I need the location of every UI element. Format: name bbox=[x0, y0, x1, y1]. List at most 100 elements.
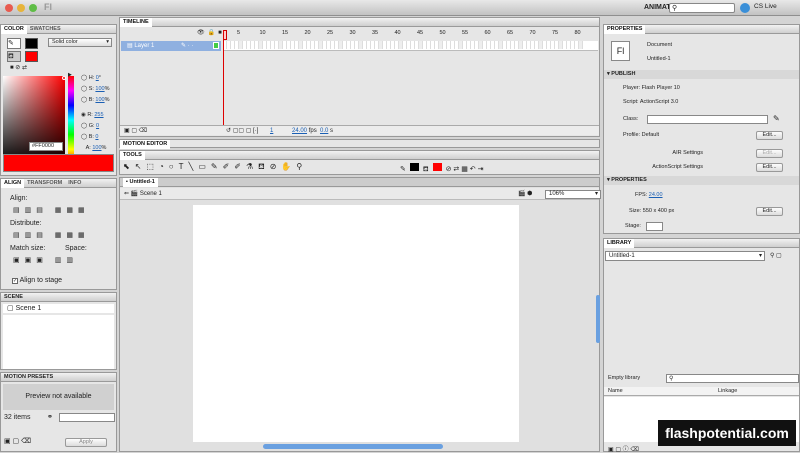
layer-visibility-icons[interactable]: 👁🔒■ bbox=[197, 29, 225, 36]
onion-skin-icons[interactable]: ↺ ▢▢ ▢ [·] bbox=[226, 126, 258, 136]
profile-edit-button[interactable]: Edit... bbox=[756, 131, 783, 140]
frame-row[interactable] bbox=[223, 41, 598, 51]
tab-timeline[interactable]: TIMELINE bbox=[120, 18, 152, 27]
saturation-value[interactable]: 100 bbox=[95, 86, 104, 92]
script-value: ActionScript 3.0 bbox=[639, 99, 679, 105]
tab-motion-editor[interactable]: MOTION EDITOR bbox=[120, 140, 171, 149]
red-value[interactable]: 255 bbox=[94, 112, 103, 118]
color-picker-handle[interactable] bbox=[62, 76, 66, 80]
class-input[interactable] bbox=[647, 115, 768, 124]
breadcrumb-scene[interactable]: Scene 1 bbox=[140, 191, 162, 197]
back-arrow-icon[interactable]: ⇐ bbox=[124, 191, 129, 197]
stage-color-swatch[interactable] bbox=[646, 222, 663, 231]
edit-bar: ⇐ 🎬 Scene 1 🎬 ⬢ 106% ▾ bbox=[120, 188, 601, 200]
motion-presets-title: MOTION PRESETS bbox=[1, 373, 116, 382]
tab-properties[interactable]: PROPERTIES bbox=[604, 25, 646, 34]
tab-info[interactable]: INFO bbox=[65, 179, 84, 188]
horizontal-scrollbar[interactable] bbox=[263, 444, 443, 449]
publish-section-header[interactable]: ▾ PUBLISH bbox=[604, 70, 799, 79]
color-panel-tabs: COLOR SWATCHES bbox=[1, 25, 116, 34]
current-frame[interactable]: 1 bbox=[270, 126, 273, 136]
title-bar: Fl ANIMATOR ▾ ⚲ CS Live bbox=[0, 0, 800, 16]
edit-scene-icons[interactable]: 🎬 ⬢ bbox=[518, 188, 532, 200]
frame-number: 55 bbox=[462, 30, 469, 36]
align-buttons[interactable]: ▤▥▤ ▦▦▦ bbox=[13, 206, 90, 214]
distribute-buttons[interactable]: ▤▥▤ ▦▦▦ bbox=[13, 231, 90, 239]
tab-transform[interactable]: TRANSFORM bbox=[24, 179, 65, 188]
motion-editor-bar: MOTION EDITOR bbox=[119, 139, 600, 149]
color-mini-icons[interactable]: ■ ⊘ ⇄ bbox=[10, 64, 27, 71]
library-col-linkage[interactable]: Linkage bbox=[718, 387, 737, 396]
library-col-name[interactable]: Name bbox=[608, 388, 623, 394]
stroke-fill-tools[interactable]: ✎ ⛾ ⊘ ⇄ ▦ ↶ ⇥ bbox=[400, 163, 483, 174]
library-document-select[interactable]: Untitled-1 ▾ bbox=[605, 251, 765, 261]
tab-color[interactable]: COLOR bbox=[1, 25, 27, 34]
alpha-value[interactable]: 100 bbox=[92, 145, 101, 151]
preset-count: 32 items bbox=[4, 414, 31, 421]
size-edit-button[interactable]: Edit... bbox=[756, 207, 783, 216]
align-to-stage-checkbox[interactable]: ✓ Align to stage bbox=[12, 277, 62, 284]
apply-preset-button[interactable]: Apply bbox=[65, 438, 107, 447]
frame-ruler[interactable]: 5 10 15 20 25 30 35 40 45 50 55 60 65 70 75 80 bbox=[223, 30, 598, 40]
air-edit-button[interactable]: Edit... bbox=[756, 149, 783, 158]
binoculars-icon: ⚭ bbox=[47, 414, 53, 421]
tool-buttons[interactable]: ⬉↖⬚◔○T╲▭✎✐✐⚗⛾⊘✋⚲ bbox=[123, 162, 307, 172]
timeline-panel: TIMELINE 👁🔒■ 5 10 15 20 25 30 35 40 45 50 55 60 65 70… bbox=[119, 17, 600, 137]
layer-row[interactable]: ▤ Layer 1 ✎ · · bbox=[121, 41, 221, 51]
brightness-value[interactable]: 100 bbox=[95, 97, 104, 103]
cs-live-icon[interactable] bbox=[740, 3, 750, 13]
elapsed-time[interactable]: 0.0 bbox=[320, 128, 328, 134]
fill-color-swatch[interactable] bbox=[25, 51, 38, 62]
fps-value[interactable]: 24.00 bbox=[649, 192, 663, 198]
frame-rate[interactable]: 24.00 bbox=[292, 128, 307, 134]
hue-slider-arrow-icon: ▶ bbox=[68, 72, 72, 78]
air-settings-label: AIR Settings bbox=[672, 150, 703, 156]
tab-document[interactable]: ▪ Untitled-1 bbox=[123, 178, 158, 187]
watermark: flashpotential.com bbox=[658, 420, 796, 446]
vertical-scrollbar[interactable] bbox=[596, 295, 600, 343]
green-value[interactable]: 0 bbox=[96, 123, 99, 129]
layer-name[interactable]: Layer 1 bbox=[134, 43, 154, 49]
hex-input[interactable]: #FF0000 bbox=[29, 142, 63, 151]
stroke-color-swatch[interactable] bbox=[25, 38, 38, 49]
stage[interactable] bbox=[193, 205, 519, 442]
layer-outline-color[interactable] bbox=[213, 42, 219, 49]
edit-class-pencil-icon[interactable]: ✎ bbox=[773, 114, 780, 123]
close-window-button[interactable] bbox=[5, 4, 13, 12]
align-panel: ALIGN TRANSFORM INFO Align: ▤▥▤ ▦▦▦ Distri… bbox=[0, 178, 117, 290]
tab-tools[interactable]: TOOLS bbox=[120, 151, 145, 160]
match-space-buttons[interactable]: ▣▣▣ ▥▥ bbox=[13, 256, 78, 264]
library-search-input[interactable]: ⚲ bbox=[666, 374, 799, 383]
minimize-window-button[interactable] bbox=[17, 4, 25, 12]
library-pin-icons[interactable]: ⚲ ▢ bbox=[770, 252, 782, 259]
app-logo: Fl bbox=[44, 2, 52, 12]
frame-number: 50 bbox=[439, 30, 446, 36]
blue-value[interactable]: 0 bbox=[95, 134, 98, 140]
zoom-window-button[interactable] bbox=[29, 4, 37, 12]
cs-live-label[interactable]: CS Live bbox=[754, 3, 777, 10]
fill-type-select[interactable]: Solid color ▾ bbox=[48, 38, 112, 47]
new-layer-icons[interactable]: ▣ ▢ ⌫ bbox=[124, 128, 147, 134]
fill-color-tool[interactable]: ⛾ bbox=[7, 51, 21, 62]
library-columns: Name Linkage bbox=[604, 387, 799, 396]
frame-number: 15 bbox=[282, 30, 289, 36]
frame-number: 5 bbox=[237, 30, 241, 36]
scene-list-item[interactable]: ▢ Scene 1 bbox=[3, 304, 114, 313]
properties-section-header[interactable]: ▾ PROPERTIES bbox=[604, 176, 799, 185]
doc-type: Document bbox=[647, 42, 673, 48]
stroke-color-tool[interactable]: ✎ bbox=[7, 38, 21, 49]
zoom-select[interactable]: 106% ▾ bbox=[545, 190, 601, 199]
help-search-input[interactable]: ⚲ bbox=[669, 3, 735, 13]
frame-number: 60 bbox=[484, 30, 491, 36]
tab-library[interactable]: LIBRARY bbox=[604, 239, 635, 248]
frame-cell[interactable] bbox=[579, 41, 583, 49]
tab-swatches[interactable]: SWATCHES bbox=[27, 25, 64, 34]
tab-align[interactable]: ALIGN bbox=[1, 179, 25, 188]
fps-unit: fps bbox=[308, 128, 317, 134]
preset-folder-icons[interactable]: ▣ ▢ ⌫ bbox=[4, 437, 31, 445]
doc-name: Untitled-1 bbox=[647, 56, 671, 62]
hue-slider[interactable] bbox=[68, 76, 74, 164]
brightness-row: ◯ B: 100% bbox=[81, 97, 110, 103]
actionscript-edit-button[interactable]: Edit... bbox=[756, 163, 783, 172]
preset-search-input[interactable] bbox=[59, 413, 115, 422]
